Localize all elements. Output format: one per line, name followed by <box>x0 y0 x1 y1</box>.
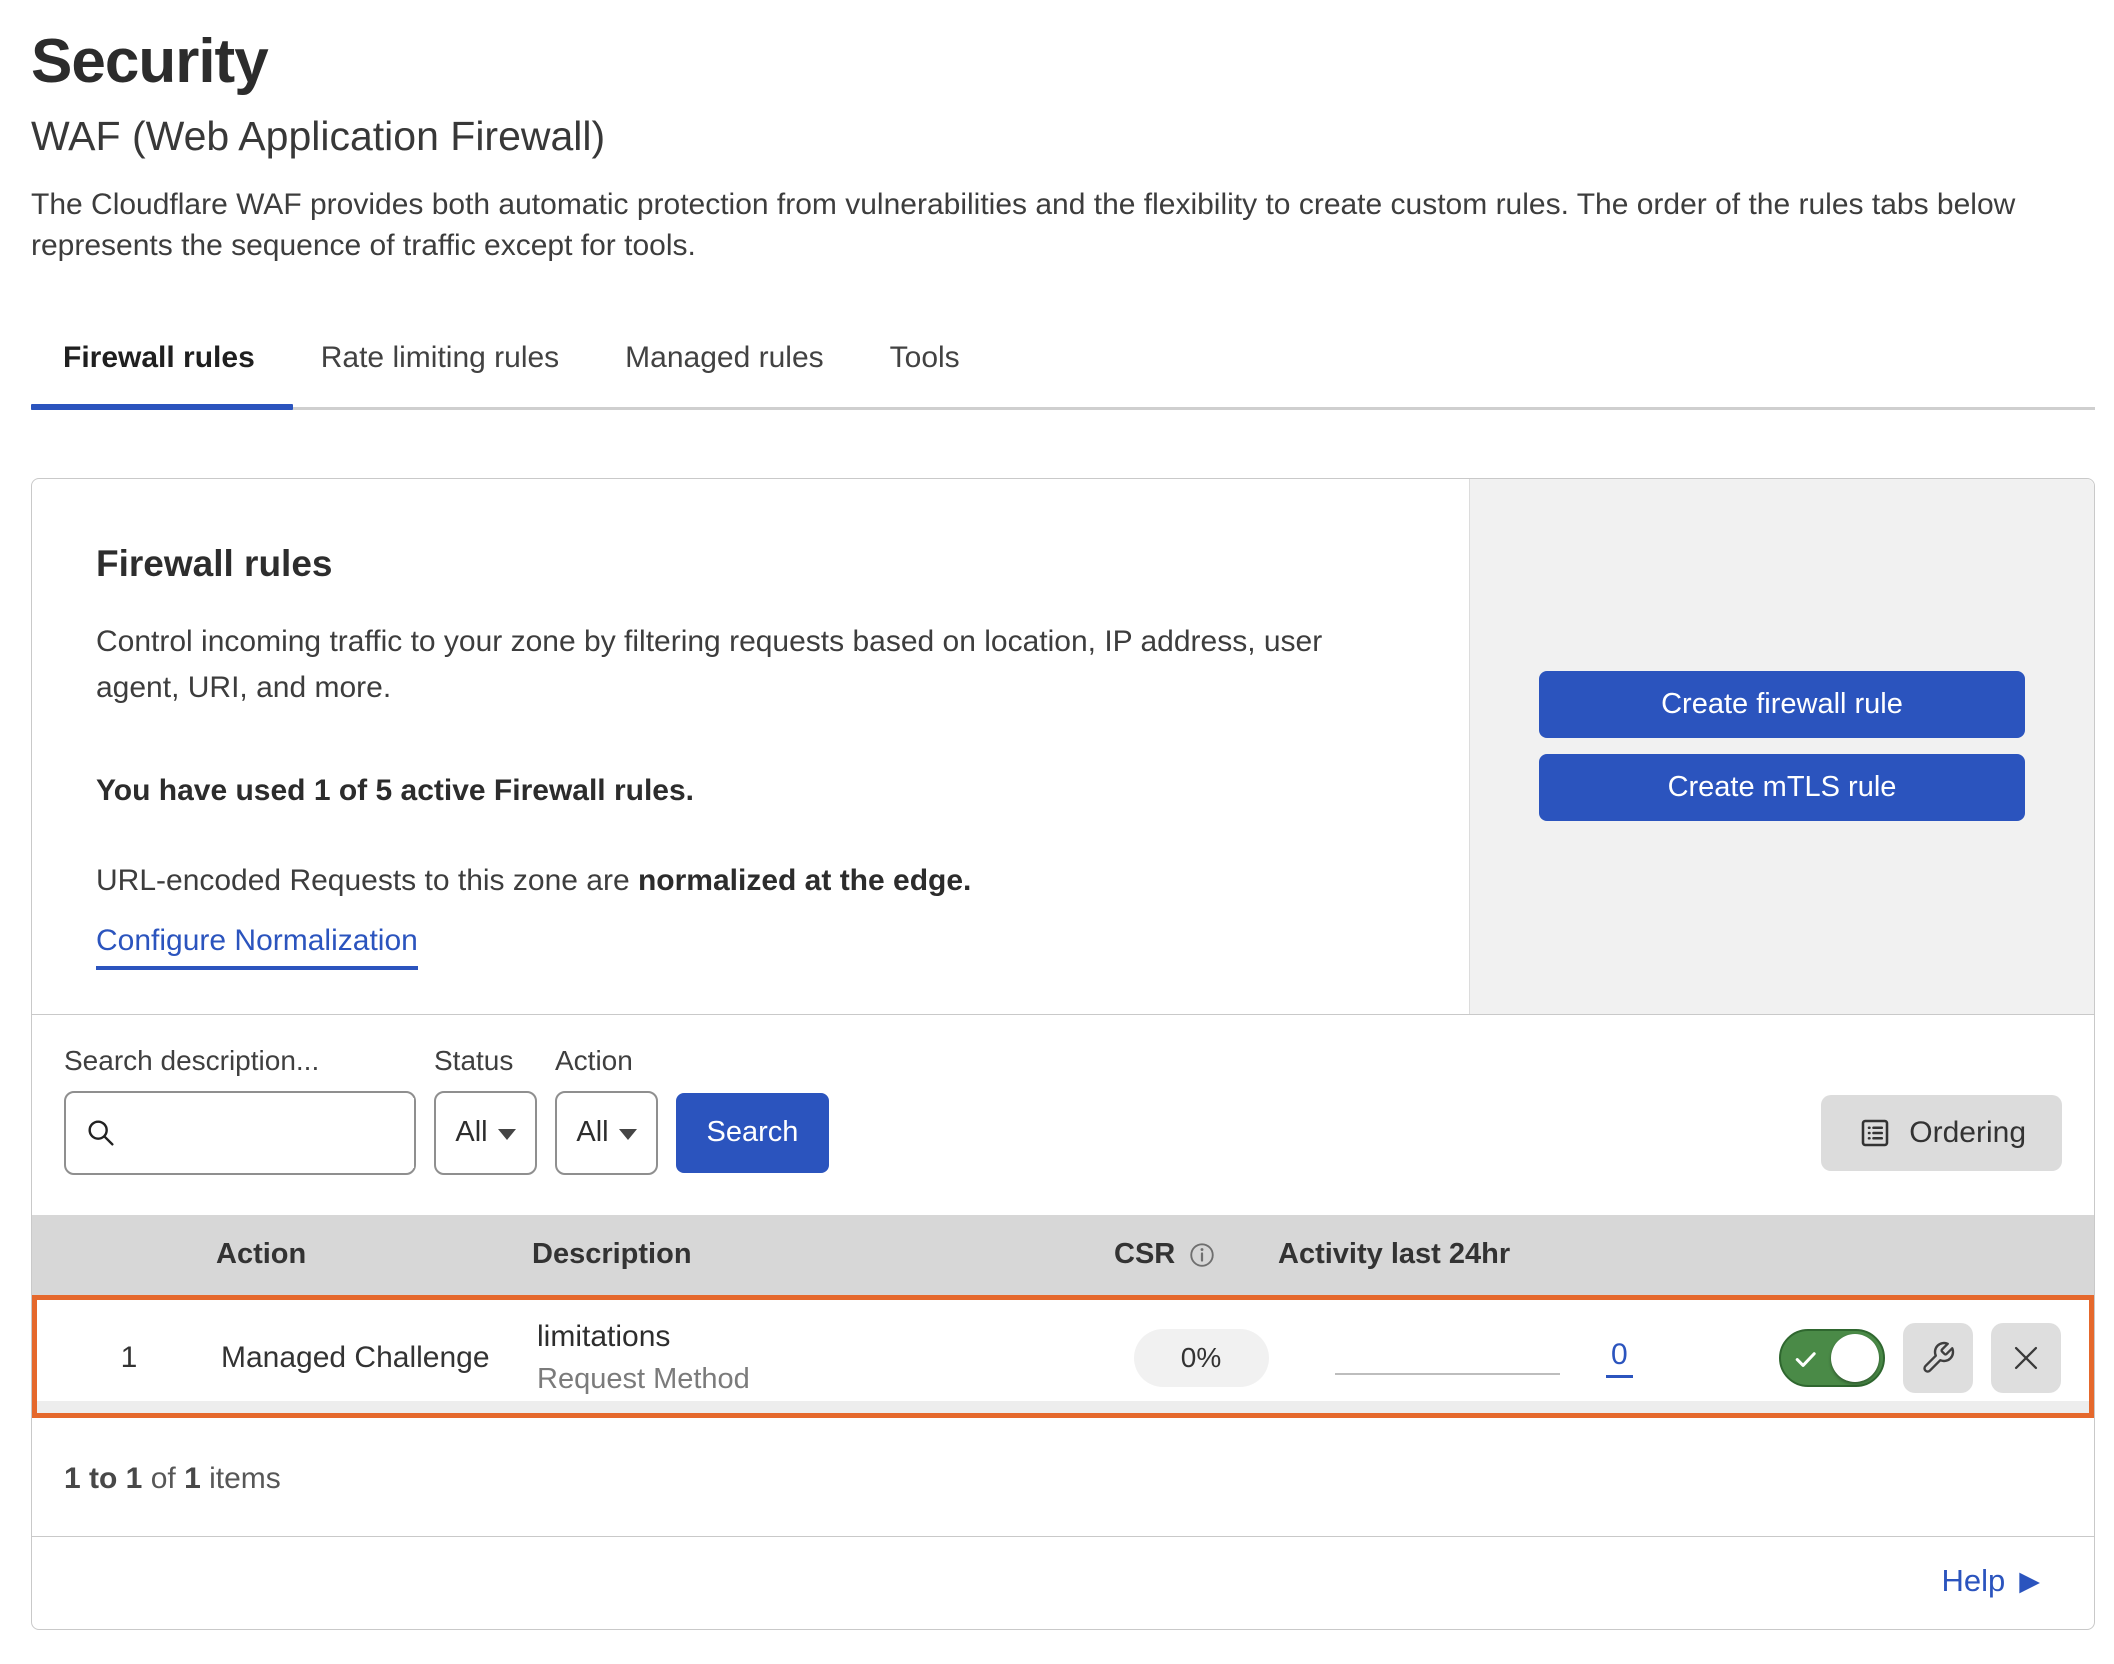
help-link[interactable]: Help ▶ <box>1941 1563 2040 1599</box>
chevron-down-icon <box>498 1129 516 1140</box>
active-tab-indicator <box>31 404 293 410</box>
normalization-bold-text: normalized at the edge. <box>638 864 971 897</box>
header-description: Description <box>532 1238 1114 1271</box>
pagination-items: items <box>201 1462 281 1495</box>
waf-page: Security WAF (Web Application Firewall) … <box>31 26 2095 1630</box>
toggle-knob <box>1831 1334 1879 1382</box>
status-select[interactable]: All <box>434 1091 537 1175</box>
delete-rule-button[interactable] <box>1991 1323 2061 1393</box>
header-activity: Activity last 24hr <box>1278 1238 1747 1271</box>
arrow-right-icon: ▶ <box>2019 1568 2040 1595</box>
wrench-icon <box>1920 1340 1956 1376</box>
help-footer: Help ▶ <box>32 1536 2094 1629</box>
search-field-group: Search description... <box>64 1045 416 1175</box>
action-select-value: All <box>576 1116 608 1149</box>
page-subtitle: WAF (Web Application Firewall) <box>31 113 2095 160</box>
waf-tab-bar: Firewall rules Rate limiting rules Manag… <box>31 341 2095 410</box>
tab-managed-rules[interactable]: Managed rules <box>625 341 823 407</box>
ordering-button-label: Ordering <box>1909 1116 2026 1150</box>
search-icon <box>84 1116 118 1150</box>
filter-toolbar: Search description... Status All <box>32 1015 2094 1215</box>
panel-description: Control incoming traffic to your zone by… <box>96 619 1386 712</box>
status-select-value: All <box>455 1116 487 1149</box>
rule-enabled-toggle[interactable] <box>1779 1329 1885 1387</box>
pagination-range: 1 to 1 <box>64 1462 142 1495</box>
search-input[interactable] <box>118 1098 414 1168</box>
header-action: Action <box>216 1238 532 1271</box>
header-csr-label: CSR <box>1114 1238 1175 1271</box>
normalization-statement: URL-encoded Requests to this zone are no… <box>96 864 1405 898</box>
actions-side-panel: Create firewall rule Create mTLS rule <box>1469 479 2094 1014</box>
list-icon <box>1857 1115 1893 1151</box>
firewall-rules-summary: Firewall rules Control incoming traffic … <box>32 479 1469 1014</box>
close-icon <box>2009 1341 2043 1375</box>
ordering-button[interactable]: Ordering <box>1821 1095 2062 1171</box>
firewall-rules-card: Firewall rules Control incoming traffic … <box>31 478 2095 1630</box>
configure-normalization-link[interactable]: Configure Normalization <box>96 924 418 970</box>
rule-controls <box>1752 1323 2089 1393</box>
rule-description-cell: limitations Request Method <box>537 1320 1119 1396</box>
activity-count-link[interactable]: 0 <box>1606 1338 1633 1378</box>
info-icon[interactable] <box>1187 1240 1217 1270</box>
search-field-label: Search description... <box>64 1045 416 1077</box>
normalization-text: URL-encoded Requests to this zone are <box>96 864 638 897</box>
panel-heading: Firewall rules <box>96 543 1405 585</box>
chevron-down-icon <box>619 1129 637 1140</box>
status-field-label: Status <box>434 1045 537 1077</box>
usage-statement: You have used 1 of 5 active Firewall rul… <box>96 774 1405 808</box>
rule-description-detail: Request Method <box>537 1363 1119 1396</box>
search-button[interactable]: Search <box>676 1093 829 1173</box>
pagination-summary: 1 to 1 of 1 items <box>32 1418 2094 1536</box>
action-select[interactable]: All <box>555 1091 658 1175</box>
rule-activity-cell: 0 <box>1283 1338 1752 1378</box>
csr-badge: 0% <box>1134 1329 1269 1387</box>
action-field-group: Action All <box>555 1045 658 1175</box>
firewall-rules-summary-section: Firewall rules Control incoming traffic … <box>32 479 2094 1015</box>
page-title: Security <box>31 26 2095 97</box>
check-icon <box>1792 1345 1820 1378</box>
tab-firewall-rules[interactable]: Firewall rules <box>63 341 255 407</box>
page-description: The Cloudflare WAF provides both automat… <box>31 184 2051 267</box>
create-firewall-rule-button[interactable]: Create firewall rule <box>1539 671 2025 738</box>
table-row-rule-1: 1 Managed Challenge limitations Request … <box>32 1295 2094 1418</box>
action-field-label: Action <box>555 1045 658 1077</box>
tab-tools[interactable]: Tools <box>890 341 960 407</box>
search-box[interactable] <box>64 1091 416 1175</box>
rules-table-header: Action Description CSR Activity last 24h… <box>32 1215 2094 1295</box>
header-csr: CSR <box>1114 1238 1278 1271</box>
tab-rate-limiting-rules[interactable]: Rate limiting rules <box>321 341 559 407</box>
pagination-of: of <box>142 1462 184 1495</box>
status-field-group: Status All <box>434 1045 537 1175</box>
filter-fields: Search description... Status All <box>64 1045 829 1175</box>
rule-csr-cell: 0% <box>1119 1329 1283 1387</box>
rule-priority: 1 <box>37 1341 221 1375</box>
edit-rule-button[interactable] <box>1903 1323 1973 1393</box>
rule-action: Managed Challenge <box>221 1341 537 1375</box>
create-mtls-rule-button[interactable]: Create mTLS rule <box>1539 754 2025 821</box>
activity-sparkline <box>1335 1373 1560 1375</box>
rule-description: limitations <box>537 1320 1119 1354</box>
help-link-label: Help <box>1941 1563 2005 1599</box>
pagination-total: 1 <box>184 1462 201 1495</box>
